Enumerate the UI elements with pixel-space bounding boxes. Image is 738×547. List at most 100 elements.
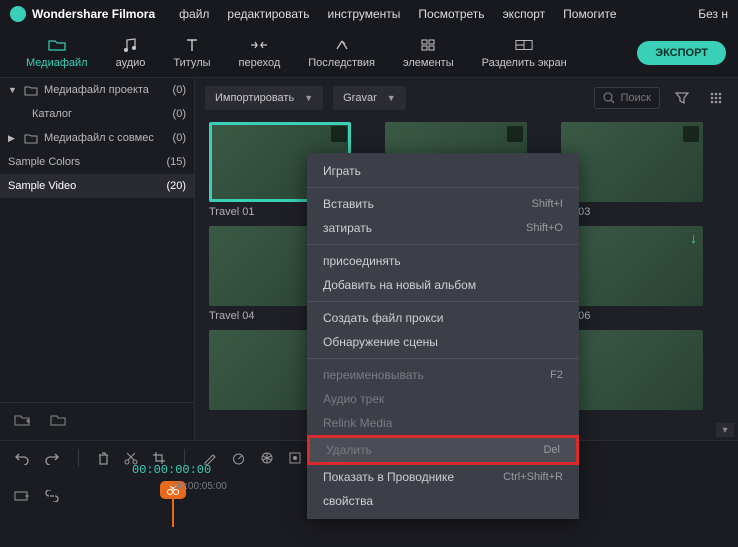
sidebar-item-shared-media[interactable]: ▶ Медиафайл с совмес (0): [0, 126, 194, 150]
search-input[interactable]: Поиск: [594, 87, 660, 109]
folder-icon: [48, 37, 66, 53]
clip-thumbnail: [561, 122, 703, 202]
delete-button[interactable]: [97, 451, 110, 466]
ctx-insert[interactable]: ВставитьShift+I: [307, 192, 579, 216]
clip-item[interactable]: [561, 330, 703, 410]
green-screen-button[interactable]: [288, 451, 302, 465]
transition-icon: [250, 37, 268, 53]
tab-titles[interactable]: Титулы: [159, 37, 224, 69]
ctx-scene-detect[interactable]: Обнаружение сцены: [307, 330, 579, 354]
tab-media[interactable]: Медиафайл: [12, 37, 102, 69]
chevron-down-icon: ▼: [304, 93, 313, 103]
record-dropdown[interactable]: Gravar ▼: [333, 86, 406, 110]
chevron-down-icon: ▼: [387, 93, 396, 103]
sidebar-item-count: (0): [173, 108, 186, 120]
search-placeholder: Поиск: [621, 92, 651, 104]
add-track-button[interactable]: [14, 489, 30, 503]
sidebar-item-label: Sample Colors: [8, 156, 80, 168]
ctx-add-album[interactable]: Добавить на новый альбом: [307, 273, 579, 297]
ctx-properties[interactable]: свойства: [307, 489, 579, 513]
ctx-separator: [307, 301, 579, 302]
content-toolbar: Импортировать ▼ Gravar ▼ Поиск: [195, 78, 738, 118]
clip-thumbnail: ↓: [561, 226, 703, 306]
link-button[interactable]: [44, 490, 60, 502]
sidebar-item-count: (15): [166, 156, 186, 168]
timecode: 00:00:00:00: [132, 463, 211, 477]
menu-tools[interactable]: инструменты: [328, 7, 401, 21]
undo-button[interactable]: [14, 451, 30, 465]
sidebar-item-sample-video[interactable]: Sample Video (20): [0, 174, 194, 198]
grid-view-button[interactable]: [704, 86, 728, 110]
clip-badge-icon: [507, 126, 523, 142]
ctx-show-explorer[interactable]: Показать в ПроводникеCtrl+Shift+R: [307, 465, 579, 489]
titlebar-right: Без н: [698, 7, 728, 21]
menu-edit[interactable]: редактировать: [227, 7, 309, 21]
tab-label: переход: [239, 57, 281, 69]
menu-export[interactable]: экспорт: [503, 7, 546, 21]
sidebar-item-count: (20): [166, 180, 186, 192]
ctx-overwrite[interactable]: затиратьShift+O: [307, 216, 579, 240]
text-icon: [183, 37, 201, 53]
import-label: Импортировать: [215, 92, 294, 104]
sidebar-item-sample-colors[interactable]: Sample Colors (15): [0, 150, 194, 174]
top-menu: файл редактировать инструменты Посмотрет…: [179, 7, 616, 21]
record-label: Gravar: [343, 92, 377, 104]
export-button[interactable]: ЭКСПОРТ: [637, 41, 726, 65]
tab-label: Последствия: [308, 57, 375, 69]
toolbar: Медиафайл аудио Титулы переход Последств…: [0, 28, 738, 78]
tab-label: аудио: [116, 57, 146, 69]
ctx-separator: [307, 187, 579, 188]
effects-icon: [333, 37, 351, 53]
ctx-proxy[interactable]: Создать файл прокси: [307, 306, 579, 330]
clip-item[interactable]: ↓ vel 06: [561, 226, 703, 322]
import-dropdown[interactable]: Импортировать ▼: [205, 86, 323, 110]
sidebar-item-label: Sample Video: [8, 180, 76, 192]
music-icon: [121, 37, 139, 53]
clip-badge-icon: [331, 126, 347, 142]
redo-button[interactable]: [44, 451, 60, 465]
ctx-relink: Relink Media: [307, 411, 579, 435]
menu-view[interactable]: Посмотреть: [418, 7, 484, 21]
search-icon: [603, 92, 615, 104]
sidebar-item-label: Медиафайл проекта: [44, 84, 149, 96]
sidebar-item-label: Медиафайл с совмес: [44, 132, 154, 144]
splitscreen-icon: [515, 37, 533, 53]
tick: [602, 481, 652, 492]
menu-file[interactable]: файл: [179, 7, 209, 21]
tab-elements[interactable]: элементы: [389, 37, 468, 69]
speed-button[interactable]: [231, 451, 246, 465]
expand-icon: ▼: [8, 85, 18, 95]
tab-effects[interactable]: Последствия: [294, 37, 389, 69]
ctx-separator: [307, 358, 579, 359]
tab-audio[interactable]: аудио: [102, 37, 160, 69]
expand-icon: ▶: [8, 133, 18, 144]
ctx-rename: переименовыватьF2: [307, 363, 579, 387]
app-logo-icon: [10, 6, 26, 22]
clip-thumbnail: [561, 330, 703, 410]
ctx-append[interactable]: присоединять: [307, 249, 579, 273]
tab-label: Медиафайл: [26, 57, 88, 69]
color-button[interactable]: [260, 451, 274, 465]
new-folder-button[interactable]: [14, 413, 32, 427]
ctx-separator: [307, 244, 579, 245]
menu-help[interactable]: Помогите: [563, 7, 616, 21]
download-icon: ↓: [690, 230, 697, 246]
tab-transitions[interactable]: переход: [225, 37, 295, 69]
titlebar: Wondershare Filmora файл редактировать и…: [0, 0, 738, 28]
context-menu: Играть ВставитьShift+I затиратьShift+O п…: [307, 153, 579, 519]
tab-splitscreen[interactable]: Разделить экран: [468, 37, 581, 69]
clip-item[interactable]: vel 03: [561, 122, 703, 218]
tab-label: Титулы: [173, 57, 210, 69]
filter-button[interactable]: [670, 86, 694, 110]
timeline-collapse-button[interactable]: ▾: [716, 423, 734, 437]
ctx-audio-track: Аудио трек: [307, 387, 579, 411]
folder-button[interactable]: [50, 413, 68, 427]
sidebar-item-label: Каталог: [32, 108, 72, 120]
sidebar-item-count: (0): [173, 84, 186, 96]
ctx-play[interactable]: Играть: [307, 159, 579, 183]
tick: 00:00:05:00: [174, 481, 227, 492]
sidebar-item-catalog[interactable]: Каталог (0): [0, 102, 194, 126]
sidebar-item-project-media[interactable]: ▼ Медиафайл проекта (0): [0, 78, 194, 102]
clip-label: vel 03: [561, 206, 703, 218]
sidebar: ▼ Медиафайл проекта (0) Каталог (0) ▶ Ме…: [0, 78, 195, 440]
